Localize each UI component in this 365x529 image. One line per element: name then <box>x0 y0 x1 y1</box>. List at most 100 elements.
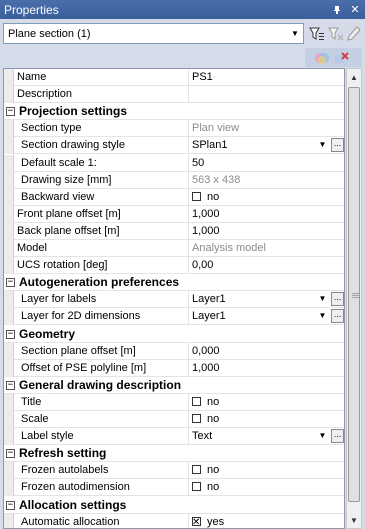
property-row[interactable]: Label style Text ▼... <box>4 428 344 446</box>
property-value-text: 1,000 <box>192 361 220 374</box>
property-value-checkbox[interactable]: no <box>188 411 344 428</box>
property-value-text: no <box>207 464 220 477</box>
category-row[interactable]: − Geometry <box>4 325 344 343</box>
checkbox-icon[interactable] <box>192 465 201 475</box>
collapse-toggle-icon[interactable]: − <box>6 380 15 390</box>
category-row[interactable]: − Refresh setting <box>4 445 344 463</box>
collapse-toggle-icon[interactable]: − <box>6 329 15 339</box>
ellipsis-button[interactable]: ... <box>331 429 344 444</box>
property-value[interactable]: 1,000 <box>188 222 344 240</box>
selection-combobox[interactable]: Plane section (1) ▼ <box>3 23 304 44</box>
property-name: Automatic allocation <box>21 515 120 528</box>
property-row[interactable]: Frozen autolabels no <box>4 462 344 480</box>
property-value-checkbox[interactable]: yes <box>188 513 344 528</box>
property-value-checkbox[interactable]: no <box>188 188 344 206</box>
collapse-toggle-icon[interactable]: − <box>6 500 15 510</box>
delete-style-icon[interactable] <box>333 50 351 66</box>
filter-clear-icon[interactable] <box>327 25 345 43</box>
property-row[interactable]: Default scale 1: 50 <box>4 154 344 172</box>
property-value[interactable]: 0,00 <box>188 257 344 275</box>
property-value-text: yes <box>207 515 225 528</box>
property-row[interactable]: Model Analysis model <box>4 240 344 257</box>
scroll-down-icon[interactable]: ▼ <box>347 512 361 528</box>
pin-icon[interactable] <box>329 2 345 18</box>
property-row[interactable]: Scale no <box>4 411 344 428</box>
property-name: Layer for labels <box>21 293 97 306</box>
property-value[interactable]: 1,000 <box>188 205 344 223</box>
checkbox-icon[interactable] <box>192 414 201 423</box>
property-row[interactable]: Section type Plan view <box>4 120 344 138</box>
property-name: Frozen autolabels <box>21 464 109 477</box>
collapse-toggle-icon[interactable]: − <box>6 278 15 288</box>
property-value-select[interactable]: Layer1 ▼... <box>188 308 344 326</box>
property-name: Section drawing style <box>21 139 125 152</box>
property-name: Layer for 2D dimensions <box>21 310 141 323</box>
checkbox-icon[interactable] <box>192 482 201 492</box>
property-value-text: Text <box>192 430 213 443</box>
ellipsis-button[interactable]: ... <box>331 292 344 307</box>
property-row[interactable]: Layer for labels Layer1 ▼... <box>4 291 344 309</box>
property-value-text: Plan view <box>192 122 240 135</box>
filter-icon[interactable] <box>308 25 326 43</box>
property-name: Name <box>17 71 47 83</box>
category-row[interactable]: − Allocation settings <box>4 496 344 514</box>
chevron-down-icon[interactable]: ▼ <box>315 292 330 306</box>
property-row[interactable]: Back plane offset [m] 1,000 <box>4 222 344 240</box>
property-row[interactable]: Title no <box>4 393 344 411</box>
ellipsis-button[interactable]: ... <box>331 309 344 324</box>
vertical-scrollbar[interactable]: ▲ ― ― ― ▼ <box>346 68 362 529</box>
category-row[interactable]: − Projection settings <box>4 103 344 121</box>
property-value-text: no <box>207 395 220 408</box>
property-name: Scale <box>21 413 49 425</box>
color-palette-icon[interactable] <box>313 50 331 66</box>
property-row[interactable]: Automatic allocation yes <box>4 513 344 528</box>
ellipsis-button[interactable]: ... <box>331 138 344 153</box>
property-grid: Name PS1 Description − Projection settings Se… <box>3 68 345 529</box>
property-row[interactable]: Name PS1 <box>4 69 344 86</box>
property-row[interactable]: Description <box>4 86 344 104</box>
property-name: Section type <box>21 122 82 135</box>
property-value-select[interactable]: SPlan1 ▼... <box>188 137 344 155</box>
close-icon[interactable]: ✕ <box>347 2 363 18</box>
checkbox-icon[interactable] <box>192 515 201 528</box>
scroll-up-icon[interactable]: ▲ <box>347 69 361 85</box>
collapse-toggle-icon[interactable]: − <box>6 449 15 459</box>
chevron-down-icon[interactable]: ▼ <box>315 138 330 152</box>
category-row[interactable]: − General drawing description <box>4 376 344 394</box>
pencil-icon[interactable] <box>345 25 363 43</box>
chevron-down-icon[interactable]: ▼ <box>315 309 330 323</box>
property-row[interactable]: Offset of PSE polyline [m] 1,000 <box>4 359 344 377</box>
property-value-text: SPlan1 <box>192 139 228 152</box>
property-row[interactable]: Layer for 2D dimensions Layer1 ▼... <box>4 308 344 326</box>
property-row[interactable]: Front plane offset [m] 1,000 <box>4 205 344 223</box>
property-row[interactable]: Drawing size [mm] 563 x 438 <box>4 171 344 189</box>
property-value-select[interactable]: Layer1 ▼... <box>188 291 344 309</box>
chevron-down-icon[interactable]: ▼ <box>315 429 330 443</box>
selection-combobox-value: Plane section (1) <box>8 27 91 40</box>
property-name: Model <box>17 242 47 254</box>
property-value[interactable]: 50 <box>188 154 344 172</box>
property-value[interactable]: 0,000 <box>188 342 344 360</box>
property-value-checkbox[interactable]: no <box>188 393 344 411</box>
property-value[interactable]: 1,000 <box>188 359 344 377</box>
property-row[interactable]: UCS rotation [deg] 0,00 <box>4 257 344 275</box>
property-row[interactable]: Frozen autodimension no <box>4 479 344 497</box>
property-value-text: 0,000 <box>192 344 220 357</box>
property-row[interactable]: Section drawing style SPlan1 ▼... <box>4 137 344 155</box>
category-row[interactable]: − Autogeneration preferences <box>4 274 344 292</box>
property-value[interactable] <box>188 86 344 104</box>
property-value-checkbox[interactable]: no <box>188 479 344 497</box>
property-value-checkbox[interactable]: no <box>188 462 344 480</box>
property-row[interactable]: Backward view no <box>4 188 344 206</box>
row-gutter <box>4 171 14 189</box>
row-gutter <box>4 69 14 86</box>
checkbox-icon[interactable] <box>192 396 201 406</box>
chevron-down-icon[interactable]: ▼ <box>287 24 303 43</box>
checkbox-icon[interactable] <box>192 191 201 201</box>
property-value[interactable]: PS1 <box>188 69 344 86</box>
collapse-toggle-icon[interactable]: − <box>6 107 15 117</box>
property-value-text: 50 <box>192 156 205 169</box>
scrollbar-thumb[interactable]: ― ― ― <box>348 87 360 502</box>
property-value-select[interactable]: Text ▼... <box>188 428 344 446</box>
property-row[interactable]: Section plane offset [m] 0,000 <box>4 342 344 360</box>
